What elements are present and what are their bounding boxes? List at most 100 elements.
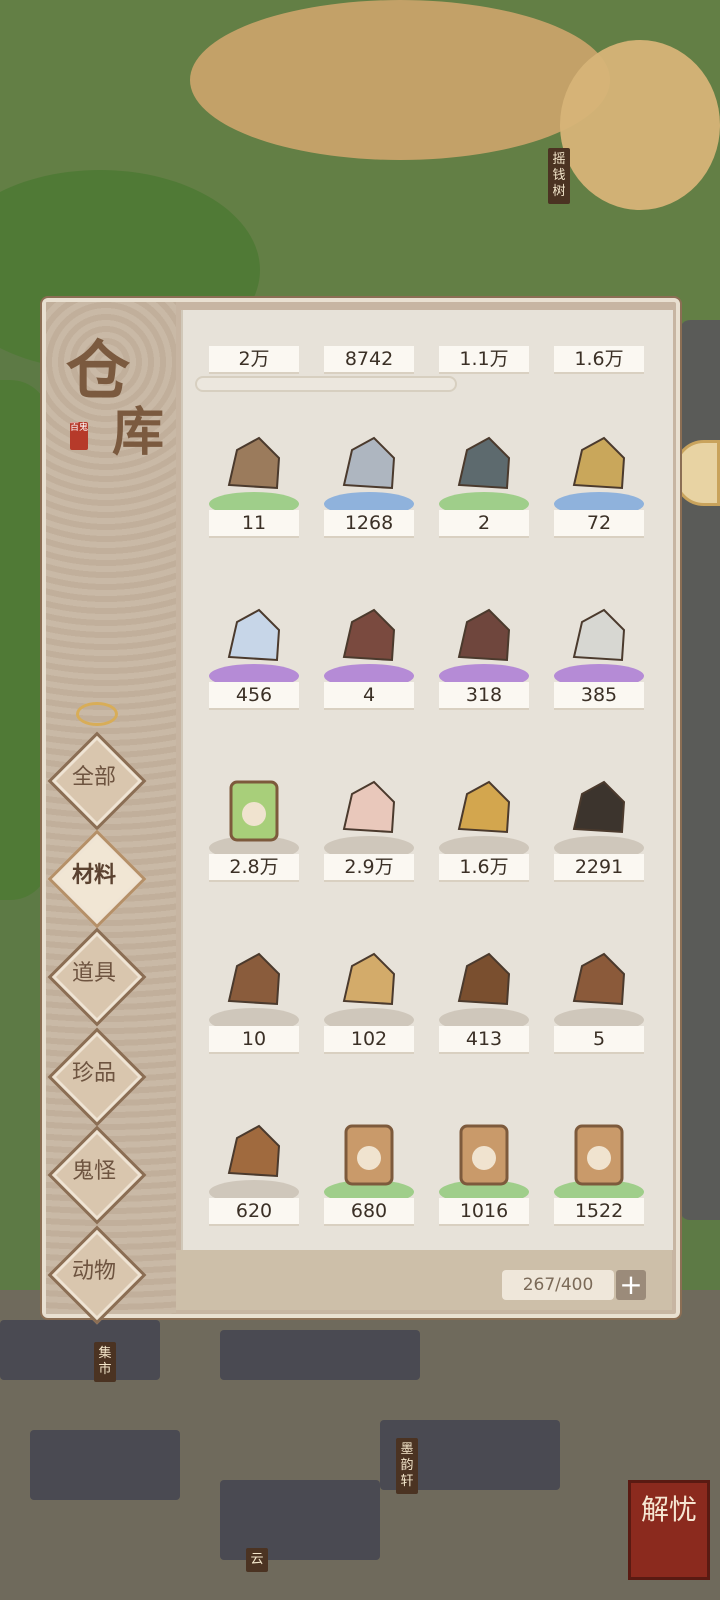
item-count: 456 [209, 682, 299, 710]
tab-label: 材料 [71, 863, 116, 888]
item-cell[interactable]: 5 [544, 916, 654, 1086]
item-cell[interactable]: 4 [314, 572, 424, 742]
wooden-ladder-icon [219, 430, 289, 500]
item-cell[interactable]: 2291 [544, 744, 654, 914]
town-roof [30, 1430, 180, 1500]
item-count: 2万 [209, 346, 299, 374]
gold-ore-icon [564, 430, 634, 500]
item-count: 620 [209, 1198, 299, 1226]
red-brick-icon [449, 602, 519, 672]
item-cell[interactable]: 2.8万 [199, 744, 309, 914]
item-cell[interactable]: 456 [199, 572, 309, 742]
tab-label: 道具 [71, 961, 116, 986]
tab-animals[interactable]: 动物 [46, 1224, 147, 1325]
moyunxuan-sign[interactable]: 墨韵轩 [396, 1438, 418, 1494]
item-cell[interactable]: 620 [199, 1088, 309, 1250]
item-cell[interactable]: 11 [199, 400, 309, 570]
item-count: 1522 [554, 1198, 644, 1226]
tab-label: 全部 [71, 765, 116, 790]
ginger-icon [449, 774, 519, 844]
tab-label: 动物 [71, 1259, 116, 1284]
item-cell[interactable]: 72 [544, 400, 654, 570]
tab-tools[interactable]: 道具 [46, 926, 147, 1027]
item-count: 4 [324, 682, 414, 710]
item-row: 620 680 1016 1522 [183, 1088, 673, 1250]
item-count: 2291 [554, 854, 644, 882]
item-count: 413 [439, 1026, 529, 1054]
dried-root-icon [334, 946, 404, 1016]
flower-seed-bag-icon [564, 1118, 634, 1188]
item-cell[interactable]: 2 [429, 400, 539, 570]
market-sign[interactable]: 集市 [94, 1342, 116, 1382]
item-count: 10 [209, 1026, 299, 1054]
item-count: 1268 [324, 510, 414, 538]
item-count: 102 [324, 1026, 414, 1054]
tab-label: 珍品 [71, 1061, 116, 1086]
item-row: 11 1268 2 72 [183, 400, 673, 570]
knot-ornament [76, 702, 118, 726]
item-count: 2.8万 [209, 854, 299, 882]
item-cell[interactable]: 10 [199, 916, 309, 1086]
item-count: 1.1万 [439, 346, 529, 374]
side-event-icon[interactable] [674, 440, 720, 506]
item-cell[interactable]: 1268 [314, 400, 424, 570]
item-cell[interactable]: 413 [429, 916, 539, 1086]
tab-label: 鬼怪 [71, 1159, 116, 1184]
item-cell[interactable]: 680 [314, 1088, 424, 1250]
taro-pieces-icon [334, 774, 404, 844]
wheat-seed-bag-icon [334, 1118, 404, 1188]
item-count: 1.6万 [439, 854, 529, 882]
item-count: 2.9万 [324, 854, 414, 882]
tab-all[interactable]: 全部 [46, 730, 147, 831]
yam-icon [219, 946, 289, 1016]
tab-ghosts[interactable]: 鬼怪 [46, 1124, 147, 1225]
item-count: 318 [439, 682, 529, 710]
town-roof [220, 1330, 420, 1380]
warehouse-title-char: 库 [112, 402, 165, 463]
dark-bark-icon [564, 774, 634, 844]
item-count: 8742 [324, 346, 414, 374]
lingzhi-mushroom-icon [219, 1118, 289, 1188]
warehouse-sidebar: 仓 库 百鬼 全部 材料 道具 珍品 鬼怪 动物 [46, 302, 176, 1325]
item-cell[interactable]: 1016 [429, 1088, 539, 1250]
dark-ore-icon [449, 430, 519, 500]
item-count: 2 [439, 510, 529, 538]
jieyou-button[interactable]: 解忧 [628, 1480, 710, 1580]
horizontal-scrollbar[interactable] [195, 376, 457, 392]
tea-leaves-icon [449, 946, 519, 1016]
money-tree[interactable] [560, 40, 720, 210]
item-row: 2.8万 2.9万 1.6万 2291 [183, 744, 673, 914]
town-roof [0, 1320, 160, 1380]
item-cell[interactable]: 102 [314, 916, 424, 1086]
town-roof [220, 1480, 380, 1560]
item-cell[interactable]: 385 [544, 572, 654, 742]
item-count: 11 [209, 510, 299, 538]
white-block-icon [564, 602, 634, 672]
item-count: 385 [554, 682, 644, 710]
autumn-trees [190, 0, 610, 160]
ginseng-root-icon [564, 946, 634, 1016]
item-count: 5 [554, 1026, 644, 1054]
crystal-ore-icon [219, 602, 289, 672]
seal-stamp: 百鬼 [70, 422, 88, 450]
money-tree-sign[interactable]: 摇钱树 [548, 148, 570, 204]
item-grid[interactable]: 2万 8742 1.1万 1.6万 11 1268 2 72 456 4 318 385 2.8… [181, 310, 673, 1250]
warehouse-panel: 仓 库 百鬼 全部 材料 道具 珍品 鬼怪 动物 2万 8742 1.1万 1.… [42, 298, 680, 1325]
item-count: 680 [324, 1198, 414, 1226]
item-cell[interactable]: 1522 [544, 1088, 654, 1250]
tab-materials[interactable]: 材料 [46, 828, 147, 929]
item-cell[interactable]: 2.9万 [314, 744, 424, 914]
capacity-display: 267/400 [502, 1270, 614, 1300]
item-cell[interactable]: 1.6万 [429, 744, 539, 914]
cabbage-icon [219, 774, 289, 844]
item-count: 1.6万 [554, 346, 644, 374]
item-count: 1016 [439, 1198, 529, 1226]
tab-treasures[interactable]: 珍品 [46, 1026, 147, 1127]
item-row: 456 4 318 385 [183, 572, 673, 742]
red-ore-icon [334, 602, 404, 672]
item-cell[interactable]: 318 [429, 572, 539, 742]
item-count: 72 [554, 510, 644, 538]
cabbage-seed-bag-icon [449, 1118, 519, 1188]
cloud-sign[interactable]: 云 [246, 1548, 268, 1572]
expand-capacity-button[interactable]: + [616, 1270, 646, 1300]
